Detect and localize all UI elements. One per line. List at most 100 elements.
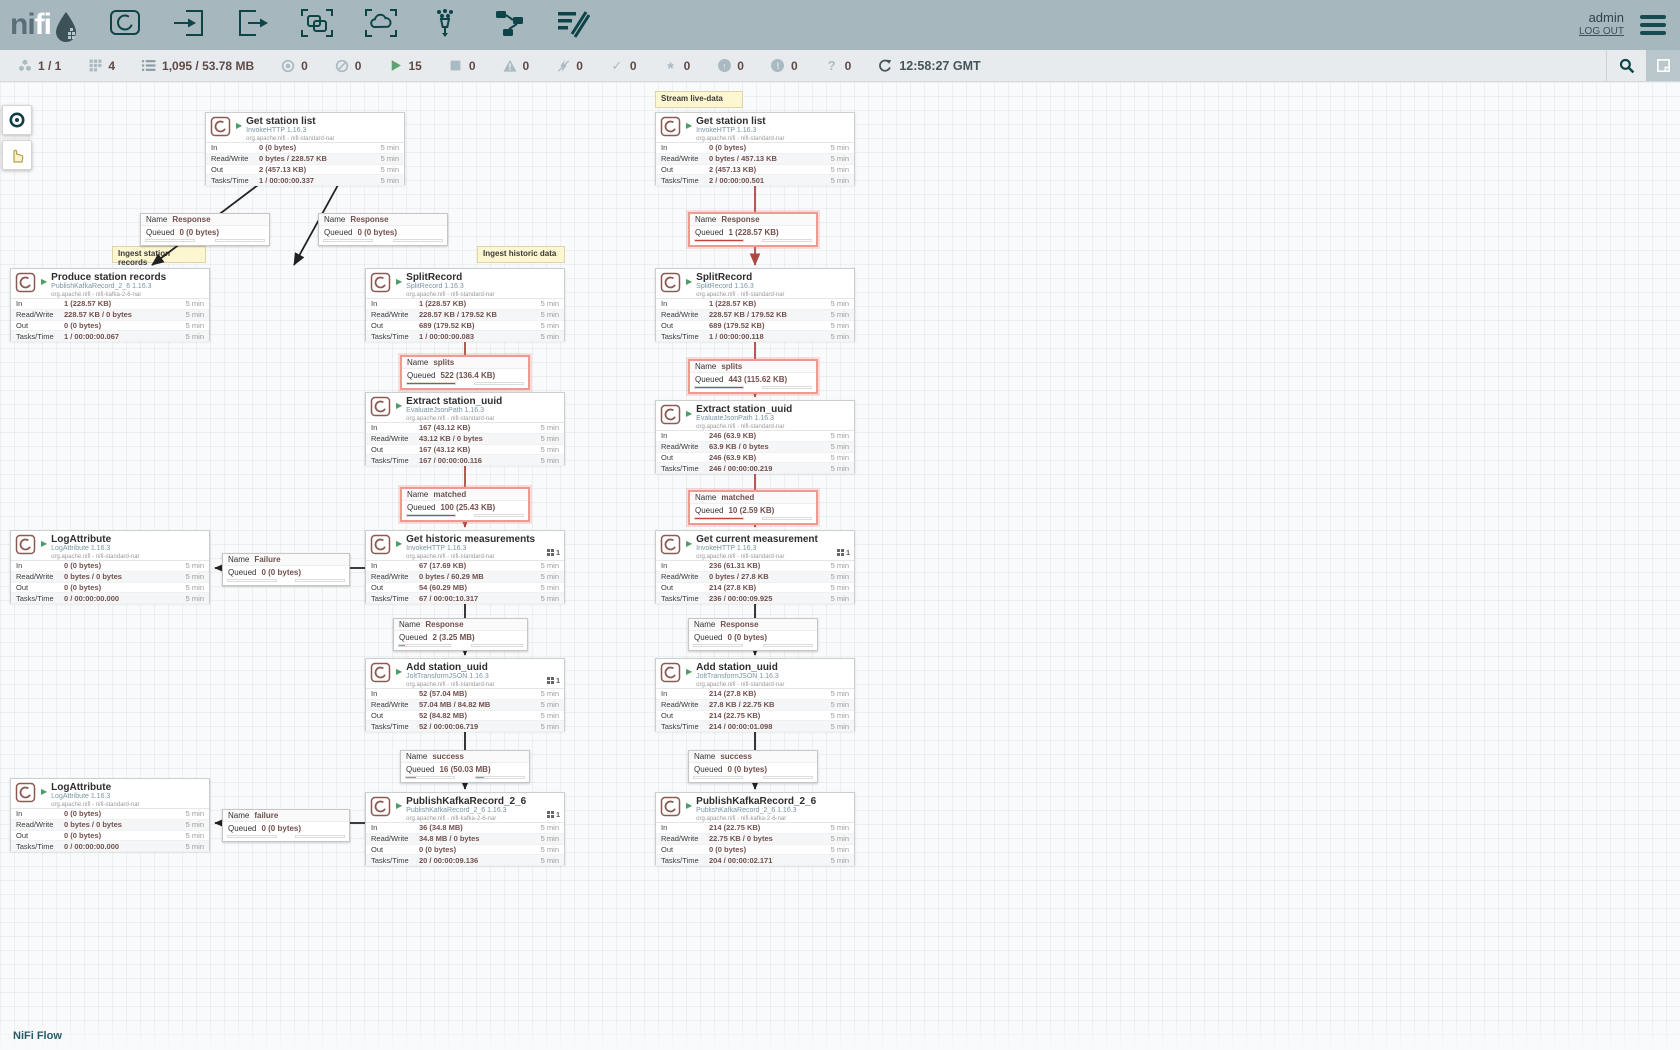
stat-row-tasks-time: Tasks/Time214 / 00:00:01.0985 min: [656, 721, 854, 732]
stat-row-tasks-time: Tasks/Time204 / 00:00:02.1715 min: [656, 855, 854, 866]
stat-label: Tasks/Time: [661, 594, 709, 603]
stat-label: Tasks/Time: [371, 722, 419, 731]
processor-bundle: org.apache.nifi - nifi-standard-nar: [406, 553, 535, 560]
stat-row-out: Out2 (457.13 KB)5 min: [656, 165, 854, 176]
stat-value: 22.75 KB / 0 bytes: [709, 834, 831, 843]
connection-queued-key: Queued: [695, 375, 723, 384]
run-status-icon: ▶: [686, 539, 692, 560]
stat-window: 5 min: [541, 689, 559, 698]
connection-label-Response[interactable]: NameResponseQueued0 (0 bytes): [688, 618, 818, 651]
processor-name: Add station_uuid: [406, 662, 494, 673]
processor-icon: [370, 272, 391, 298]
processor-extract-station-uuid-live[interactable]: ▶Extract station_uuidEvaluateJsonPath 1.…: [655, 400, 855, 473]
stat-label: Tasks/Time: [661, 332, 709, 341]
refresh-icon[interactable]: [878, 59, 892, 73]
stat-row-read-write: Read/Write0 bytes / 228.57 KB5 min: [206, 154, 404, 165]
processor-logattribute-failure-kafka[interactable]: ▶LogAttributeLogAttribute 1.16.3org.apac…: [10, 778, 210, 851]
connection-label-splits[interactable]: NamesplitsQueued522 (136.4 KB): [400, 355, 530, 390]
stat-value: 228.57 KB / 179.52 KB: [709, 310, 831, 319]
bulletin-panel-toggle[interactable]: [1646, 50, 1680, 81]
breadcrumb[interactable]: NiFi Flow: [13, 1030, 62, 1042]
queue-capacity-bar: [762, 517, 812, 520]
connection-label-Response[interactable]: NameResponseQueued1 (228.57 KB): [688, 212, 818, 247]
processor-logattribute-failure-http[interactable]: ▶LogAttributeLogAttribute 1.16.3org.apac…: [10, 530, 210, 603]
processor-publishkafka-live[interactable]: ▶PublishKafkaRecord_2_6PublishKafkaRecor…: [655, 792, 855, 865]
flow-canvas[interactable]: NiFi Flow Stream live-dataIngest station…: [0, 82, 1680, 1050]
threads-icon: [837, 549, 844, 558]
connection-relationship-name: matched: [721, 493, 754, 502]
stat-label: Out: [371, 445, 419, 454]
connection-name-key: Name: [146, 215, 167, 224]
processor-name: Get current measurement: [696, 534, 818, 545]
stat-label: Tasks/Time: [16, 594, 64, 603]
search-button[interactable]: [1606, 50, 1646, 81]
toolbar-input-port-button[interactable]: [169, 7, 209, 43]
connection-label-Response[interactable]: NameResponseQueued0 (0 bytes): [140, 213, 270, 246]
connection-label-Response[interactable]: NameResponseQueued2 (3.25 MB): [393, 618, 528, 651]
run-status-icon: ▶: [686, 409, 692, 430]
status-running-components-count: 15: [408, 59, 421, 73]
stat-window: 5 min: [831, 165, 849, 174]
status-connected-nodes: 1 / 1: [18, 59, 61, 73]
connection-label-success[interactable]: NamesuccessQueued0 (0 bytes): [688, 750, 818, 783]
stat-label: In: [16, 299, 64, 308]
stat-value: 1 / 00:00:00.118: [709, 332, 831, 341]
processor-publishkafka-historic[interactable]: ▶PublishKafkaRecord_2_6PublishKafkaRecor…: [365, 792, 565, 865]
stat-value: 689 (179.52 KB): [419, 321, 541, 330]
toolbar-output-port-button[interactable]: [233, 7, 273, 43]
stat-window: 5 min: [186, 310, 204, 319]
connection-label-matched[interactable]: NamematchedQueued10 (2.59 KB): [688, 490, 818, 525]
processor-add-station-uuid-live[interactable]: ▶Add station_uuidJoltTransformJSON 1.16.…: [655, 658, 855, 731]
processor-bundle: org.apache.nifi - nifi-standard-nar: [696, 291, 784, 298]
toolbar-funnel-button[interactable]: [425, 7, 465, 43]
status-disabled-components: 0: [556, 59, 583, 73]
stat-row-out: Out52 (84.82 MB)5 min: [366, 711, 564, 722]
template-icon: [493, 8, 525, 43]
toolbar-remote-process-group-button[interactable]: [361, 7, 401, 43]
operate-palette-button[interactable]: [2, 140, 32, 170]
stat-value: 1 (228.57 KB): [64, 299, 186, 308]
stat-window: 5 min: [831, 310, 849, 319]
active-threads-count: 1: [556, 678, 560, 685]
toolbar-processor-button[interactable]: [105, 7, 145, 43]
processor-name: PublishKafkaRecord_2_6: [696, 796, 816, 807]
logo-text-ni: ni: [10, 7, 35, 43]
processor-get-current-measurement[interactable]: ▶Get current measurementInvokeHTTP 1.16.…: [655, 530, 855, 603]
stat-value: 52 (84.82 MB): [419, 711, 541, 720]
toolbar-label-button[interactable]: [553, 7, 593, 43]
stale-icon: ↑: [717, 59, 731, 73]
navigate-palette-button[interactable]: [2, 105, 32, 135]
label-icon: [556, 8, 590, 43]
connection-label-failure[interactable]: NamefailureQueued0 (0 bytes): [222, 809, 350, 842]
connection-label-Failure[interactable]: NameFailureQueued0 (0 bytes): [222, 553, 350, 586]
stat-label: In: [661, 143, 709, 152]
processor-get-station-list-ingest[interactable]: ▶Get station listInvokeHTTP 1.16.3org.ap…: [205, 112, 405, 185]
stat-row-read-write: Read/Write0 bytes / 27.8 KB5 min: [656, 572, 854, 583]
processor-produce-station-records[interactable]: ▶Produce station recordsPublishKafkaReco…: [10, 268, 210, 341]
connection-label-splits[interactable]: NamesplitsQueued443 (115.62 KB): [688, 359, 818, 394]
processor-splitrecord-historic[interactable]: ▶SplitRecordSplitRecord 1.16.3org.apache…: [365, 268, 565, 341]
stat-value: 0 (0 bytes): [64, 561, 186, 570]
stat-label: Out: [661, 583, 709, 592]
processor-splitrecord-live[interactable]: ▶SplitRecordSplitRecord 1.16.3org.apache…: [655, 268, 855, 341]
connection-name-key: Name: [695, 215, 716, 224]
running-icon: [388, 59, 402, 73]
status-not-transmitting-remote-groups: 0: [335, 59, 362, 73]
processor-extract-station-uuid-historic[interactable]: ▶Extract station_uuidEvaluateJsonPath 1.…: [365, 392, 565, 465]
logout-link[interactable]: LOG OUT: [1579, 25, 1624, 39]
processor-add-station-uuid-historic[interactable]: ▶Add station_uuidJoltTransformJSON 1.16.…: [365, 658, 565, 731]
stat-value: 214 (27.8 KB): [709, 583, 831, 592]
modified-stale-icon: !: [771, 59, 785, 73]
connection-label-matched[interactable]: NamematchedQueued100 (25.43 KB): [400, 487, 530, 522]
connection-label-success[interactable]: NamesuccessQueued16 (50.03 MB): [400, 750, 530, 783]
global-menu-icon[interactable]: [1640, 15, 1666, 35]
processor-get-historic-measurements[interactable]: ▶Get historic measurementsInvokeHTTP 1.1…: [365, 530, 565, 603]
stat-label: Out: [371, 845, 419, 854]
processor-bundle: org.apache.nifi - nifi-standard-nar: [696, 423, 792, 430]
connection-label-Response[interactable]: NameResponseQueued0 (0 bytes): [318, 213, 448, 246]
toolbar-template-button[interactable]: [489, 7, 529, 43]
processor-get-station-list-live[interactable]: ▶Get station listInvokeHTTP 1.16.3org.ap…: [655, 112, 855, 185]
toolbar-process-group-button[interactable]: [297, 7, 337, 43]
stat-window: 5 min: [831, 143, 849, 152]
stat-label: Read/Write: [16, 820, 64, 829]
